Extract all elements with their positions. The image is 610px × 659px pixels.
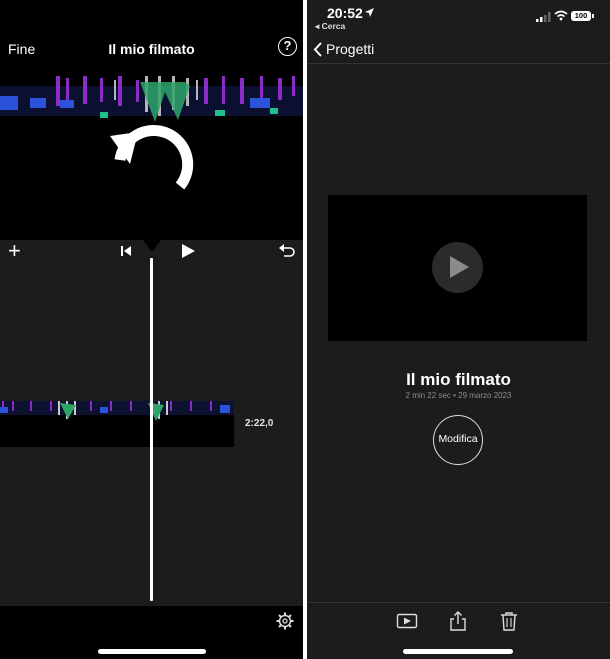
project-meta: 2 min 22 sec • 29 marzo 2023 [405,391,512,400]
chevron-left-icon[interactable] [313,42,323,57]
location-arrow-icon [365,8,374,17]
playhead-marker [143,240,161,252]
home-indicator [403,649,513,654]
nav-bar: Progetti [307,36,610,64]
project-pane: 20:52 ◂ Cerca 100 Progetti Il mio filmat… [307,0,610,659]
clip-filmstrip [0,401,234,421]
project-title: Il mio filmato [406,370,511,389]
share-icon[interactable] [447,611,469,631]
play-preview-icon[interactable] [432,242,483,293]
editor-title: Il mio filmato [108,41,195,57]
add-icon[interactable]: + [8,240,21,262]
editor-bottom-bar [0,606,303,659]
video-preview[interactable] [0,68,303,240]
edit-button[interactable]: Modifica [433,415,483,465]
editor-header: Fine Il mio filmato ? [0,36,303,64]
project-toolbar [307,602,610,659]
trash-icon[interactable] [498,611,520,631]
help-icon[interactable]: ? [278,37,297,56]
clip-duration: 2:22,0 [245,418,274,429]
play-icon[interactable] [180,243,196,259]
home-indicator [98,649,206,654]
play-preview-icon[interactable] [396,611,418,631]
back-to-app-link[interactable]: ◂ Cerca [315,21,345,32]
editor-pane: Fine Il mio filmato ? + 2:22,0 [0,0,303,659]
skip-to-start-icon[interactable] [119,244,133,258]
signal-icon [536,12,551,22]
playhead-line[interactable] [150,258,153,601]
gear-icon[interactable] [276,612,294,630]
back-to-projects-button[interactable]: Progetti [326,41,374,57]
wifi-icon [554,10,568,21]
battery-icon: 100 [571,11,591,21]
undo-icon[interactable] [108,118,198,198]
status-time: 20:52 [327,5,363,21]
video-clip[interactable] [0,401,234,447]
undo-icon[interactable] [278,242,296,260]
battery-tip [592,14,594,18]
project-thumbnail[interactable] [328,195,587,341]
